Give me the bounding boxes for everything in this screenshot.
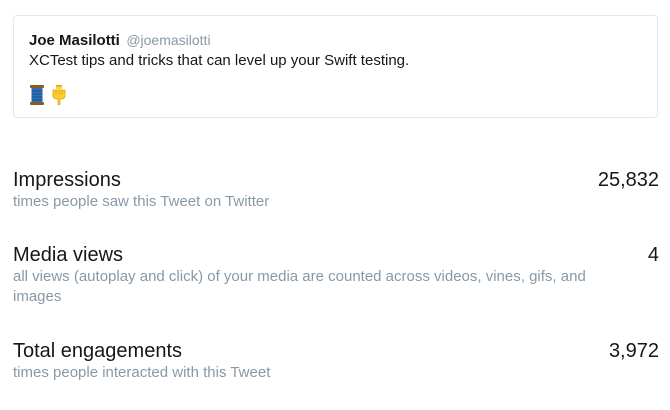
spool-of-thread-icon xyxy=(29,85,45,110)
pointing-down-icon xyxy=(51,85,67,110)
tweet-text: XCTest tips and tricks that can level up… xyxy=(29,52,410,69)
metric-value: 3,972 xyxy=(608,340,659,362)
tweet-header: Joe Masilotti @joemasilotti xyxy=(29,32,211,50)
metric-impressions: Impressions 25,832 times people saw this… xyxy=(13,168,659,212)
metric-media-views: Media views 4 all views (autoplay and cl… xyxy=(13,243,659,307)
metric-description: times people interacted with this Tweet xyxy=(13,364,271,381)
metric-total-engagements: Total engagements 3,972 times people int… xyxy=(13,339,659,383)
metric-description: times people saw this Tweet on Twitter xyxy=(13,193,270,210)
author-name[interactable]: Joe Masilotti xyxy=(29,32,120,49)
metric-title: Media views xyxy=(13,244,124,266)
metric-title: Impressions xyxy=(13,169,121,191)
metric-description: all views (autoplay and click) of your m… xyxy=(13,268,586,305)
emoji-row xyxy=(29,85,67,110)
author-handle[interactable]: @joemasilotti xyxy=(126,32,210,48)
metric-value: 4 xyxy=(647,244,659,266)
tweet-card[interactable]: Joe Masilotti @joemasilotti XCTest tips … xyxy=(13,15,658,118)
metric-value: 25,832 xyxy=(597,169,659,191)
metric-title: Total engagements xyxy=(13,340,183,362)
